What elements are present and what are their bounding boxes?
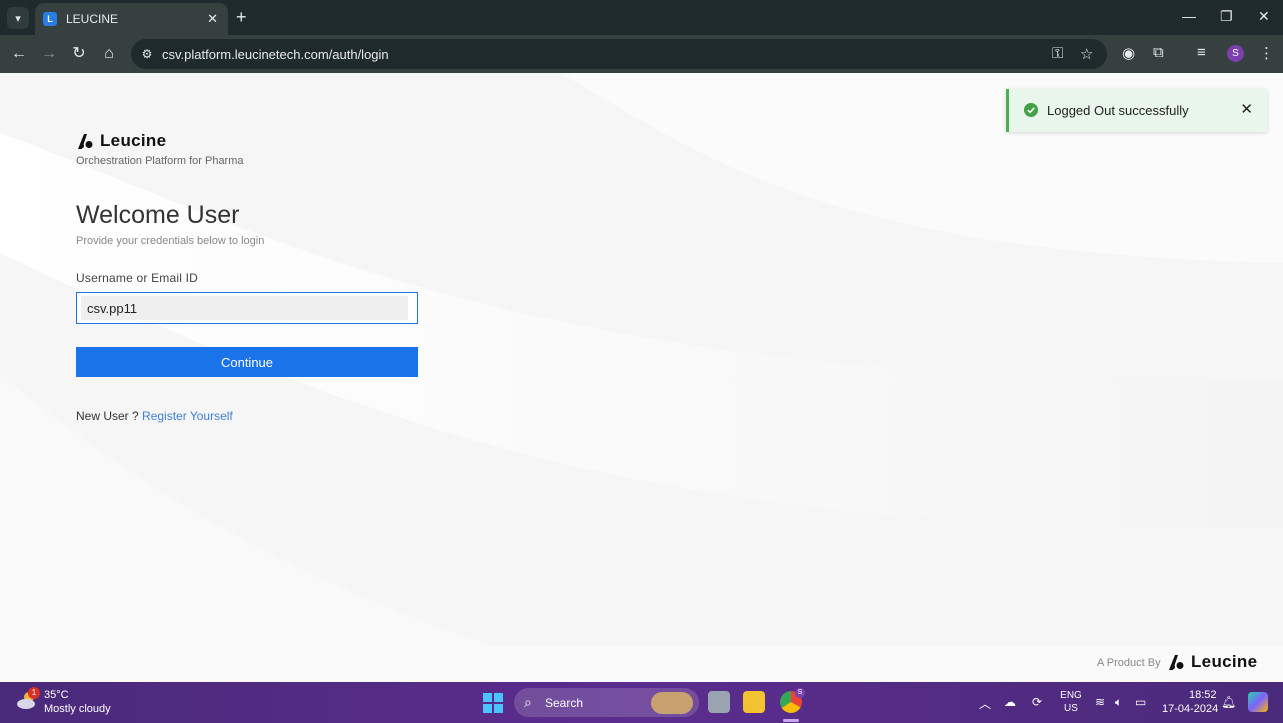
register-prompt: New User ? Register Yourself bbox=[76, 409, 233, 423]
restore-icon[interactable]: ❐ bbox=[1220, 8, 1233, 25]
brand-logo: Leucine bbox=[76, 131, 166, 151]
wifi-icon[interactable]: ≋ bbox=[1095, 695, 1105, 709]
onedrive-cloud-icon[interactable]: ☁ bbox=[1004, 695, 1016, 709]
battery-icon[interactable]: ▭ bbox=[1135, 695, 1146, 709]
volume-icon[interactable]: 🔈︎ bbox=[1115, 695, 1122, 710]
brand-name: Leucine bbox=[100, 131, 167, 150]
tab-close-icon[interactable]: ✕ bbox=[207, 11, 218, 27]
toast-message: Logged Out successfully bbox=[1047, 103, 1189, 118]
login-page: Leucine Orchestration Platform for Pharm… bbox=[0, 73, 1283, 682]
browser-tab-bar: ▾ L LEUCINE ✕ + — ❐ ✕ bbox=[0, 0, 1283, 35]
username-value[interactable]: csv.pp11 bbox=[81, 296, 408, 320]
file-explorer-icon[interactable] bbox=[743, 691, 765, 713]
forward-icon[interactable]: → bbox=[39, 44, 59, 64]
task-view-icon[interactable] bbox=[708, 691, 730, 713]
leucine-logo-icon bbox=[78, 134, 93, 149]
clock-date[interactable]: 17-04-2024 bbox=[1162, 703, 1218, 715]
minimize-icon[interactable]: — bbox=[1182, 8, 1196, 24]
language-indicator-line1[interactable]: ENG bbox=[1058, 690, 1084, 701]
leucine-favicon-icon: L bbox=[43, 12, 57, 26]
home-icon[interactable]: ⌂ bbox=[99, 44, 119, 64]
tray-overflow-icon[interactable]: ︿ bbox=[979, 695, 991, 712]
camera-extension-icon[interactable]: ◉ bbox=[1122, 44, 1135, 62]
page-subtitle: Provide your credentials below to login bbox=[76, 235, 265, 247]
windows-taskbar: 1 35°C Mostly cloudy ⌕ Search S ︿ ☁ ⟳ EN… bbox=[0, 682, 1283, 723]
footer-brand-name: Leucine bbox=[1191, 652, 1258, 671]
search-label: Search bbox=[545, 696, 584, 710]
media-control-icon[interactable]: ≡ bbox=[1197, 44, 1206, 61]
brand-tagline: Orchestration Platform for Pharma bbox=[76, 155, 244, 167]
active-app-indicator bbox=[783, 719, 799, 722]
bookmark-star-icon[interactable]: ☆ bbox=[1080, 45, 1093, 63]
chrome-profile-badge: S bbox=[795, 688, 805, 698]
footer-product-by: A Product By bbox=[1097, 657, 1161, 669]
clock-time[interactable]: 18:52 bbox=[1189, 689, 1217, 701]
copilot-icon[interactable] bbox=[1248, 692, 1268, 712]
search-icon: ⌕ bbox=[524, 694, 532, 710]
new-tab-button[interactable]: + bbox=[236, 8, 247, 26]
weather-notification-badge: 1 bbox=[28, 687, 40, 699]
register-link[interactable]: Register Yourself bbox=[142, 409, 233, 423]
address-url[interactable]: csv.platform.leucinetech.com/auth/login bbox=[162, 47, 389, 62]
check-circle-icon bbox=[1024, 103, 1038, 117]
address-bar[interactable]: ⚙ csv.platform.leucinetech.com/auth/logi… bbox=[131, 39, 1107, 69]
extensions-puzzle-icon[interactable]: ⧉ bbox=[1153, 44, 1164, 61]
password-key-icon[interactable]: ⚿ bbox=[1052, 45, 1063, 62]
weather-temperature[interactable]: 35°C bbox=[44, 689, 69, 701]
language-indicator-line2[interactable]: US bbox=[1058, 703, 1084, 714]
sync-icon[interactable]: ⟳ bbox=[1032, 695, 1042, 709]
leucine-logo-icon bbox=[1169, 655, 1184, 670]
taskbar-search[interactable]: ⌕ Search bbox=[514, 688, 699, 717]
search-highlight-image bbox=[651, 692, 693, 714]
username-label: Username or Email ID bbox=[76, 271, 199, 285]
browser-menu-icon[interactable]: ⋮ bbox=[1259, 44, 1274, 62]
window-close-icon[interactable]: ✕ bbox=[1258, 8, 1270, 25]
tab-title: LEUCINE bbox=[66, 12, 119, 26]
toast-close-icon[interactable]: ✕ bbox=[1240, 100, 1253, 118]
username-input[interactable]: csv.pp11 bbox=[76, 292, 418, 324]
page-footer: A Product By Leucine bbox=[0, 646, 1283, 682]
tab-search-button[interactable]: ▾ bbox=[7, 7, 29, 29]
back-icon[interactable]: ← bbox=[9, 44, 29, 64]
windows-start-icon[interactable] bbox=[483, 693, 503, 713]
footer-brand-logo: Leucine bbox=[1167, 652, 1257, 672]
browser-tab[interactable]: L LEUCINE ✕ bbox=[35, 3, 228, 35]
reload-icon[interactable]: ↻ bbox=[69, 44, 89, 64]
new-user-text: New User ? bbox=[76, 409, 139, 423]
site-info-icon[interactable]: ⚙ bbox=[139, 46, 155, 62]
logout-toast: Logged Out successfully ✕ bbox=[1006, 89, 1267, 132]
browser-toolbar: ← → ↻ ⌂ ⚙ csv.platform.leucinetech.com/a… bbox=[0, 35, 1283, 73]
profile-avatar[interactable]: S bbox=[1227, 45, 1244, 62]
weather-description[interactable]: Mostly cloudy bbox=[44, 703, 111, 715]
notification-bell-icon[interactable]: 🔔︎ bbox=[1221, 695, 1236, 709]
continue-button[interactable]: Continue bbox=[76, 347, 418, 377]
page-title: Welcome User bbox=[76, 201, 240, 229]
